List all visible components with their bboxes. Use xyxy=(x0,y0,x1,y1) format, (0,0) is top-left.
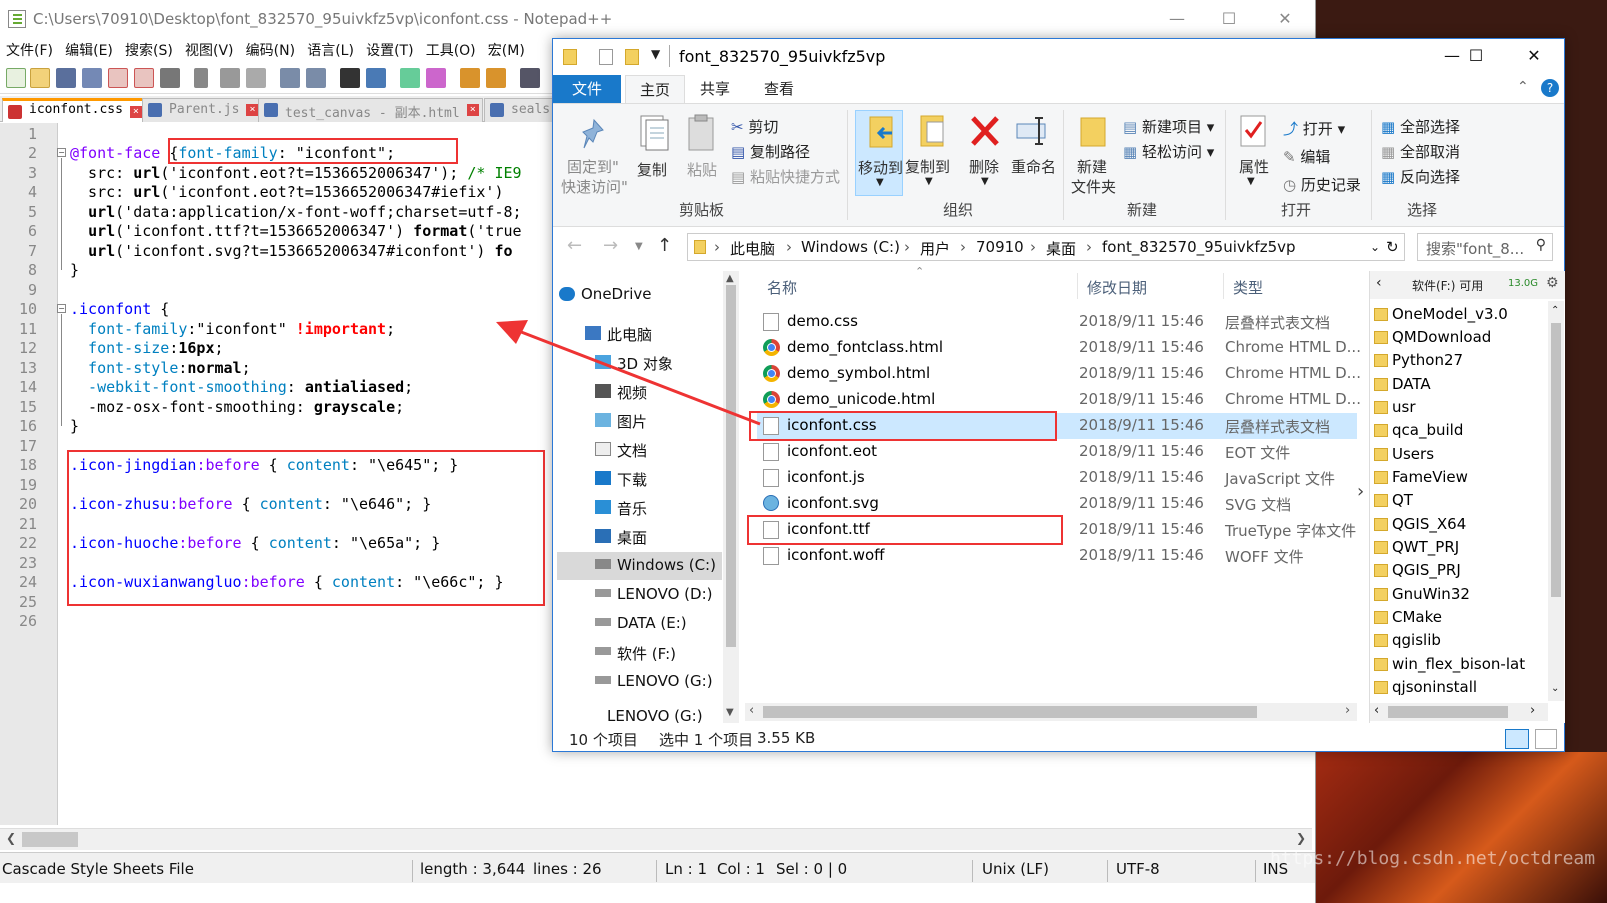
annotation-arrow xyxy=(496,320,761,426)
arrow-line xyxy=(515,328,761,426)
watermark: https://blog.csdn.net/octdream xyxy=(1270,848,1596,869)
